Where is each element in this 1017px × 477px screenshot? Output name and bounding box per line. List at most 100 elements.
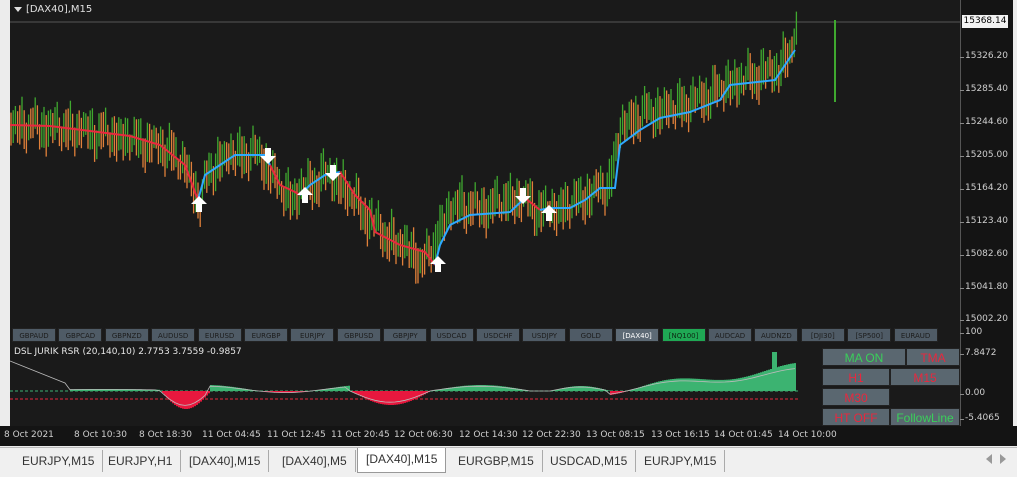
indicator-bar bbox=[706, 380, 708, 392]
symbol-button-dji30[interactable]: [DJI30] bbox=[801, 328, 845, 342]
price-axis[interactable]: 15368.14 15326.20 15285.40 15244.60 1520… bbox=[960, 0, 1013, 326]
h1-button[interactable]: H1 bbox=[822, 368, 890, 386]
indicator-bar bbox=[716, 380, 718, 391]
symbol-button-euraud[interactable]: EURAUD bbox=[894, 328, 938, 342]
indicator-bar bbox=[710, 380, 712, 391]
indicator-bar bbox=[694, 379, 696, 391]
chart-tab[interactable]: EURJPY,H1 bbox=[100, 450, 181, 472]
indicator-bar bbox=[780, 366, 782, 391]
chart-tab[interactable]: EURJPY,M15 bbox=[14, 450, 103, 472]
indicator-bar bbox=[738, 378, 740, 391]
symbol-button-eurjpy[interactable]: EURJPY bbox=[290, 328, 334, 342]
chart-tab[interactable]: [DAX40],M15 bbox=[181, 450, 269, 472]
buy-signal-arrow-icon bbox=[430, 256, 446, 272]
price-tick: 15041.80 bbox=[965, 282, 1008, 292]
indicator-bar bbox=[714, 380, 716, 391]
time-tick: 14 Oct 01:45 bbox=[714, 430, 773, 440]
chart-menu-arrow-icon[interactable] bbox=[14, 7, 22, 12]
chart-tab[interactable]: [DAX40],M5 bbox=[274, 450, 356, 472]
symbol-button-gbpcad[interactable]: GBPCAD bbox=[58, 328, 102, 342]
symbol-button-gbpusd[interactable]: GBPUSD bbox=[337, 328, 381, 342]
indicator-bar bbox=[762, 372, 764, 391]
indicator-bar bbox=[190, 391, 192, 408]
m15-button[interactable]: M15 bbox=[890, 368, 960, 386]
indicator-bar bbox=[784, 365, 786, 391]
tab-scroll-left-icon[interactable] bbox=[986, 454, 992, 464]
indicator-bar bbox=[186, 391, 188, 409]
indicator-tick: -5.4065 bbox=[965, 413, 1000, 423]
time-tick: 13 Oct 08:15 bbox=[586, 430, 645, 440]
chart-tab[interactable]: USDCAD,M15 bbox=[542, 450, 636, 472]
indicator-bar bbox=[196, 391, 198, 405]
price-tick: 15002.20 bbox=[965, 314, 1008, 324]
symbol-button-dax40[interactable]: [DAX40] bbox=[615, 328, 659, 342]
indicator-bar bbox=[794, 363, 796, 391]
price-chart[interactable]: [DAX40],M15 bbox=[10, 0, 960, 326]
symbol-button-gbpaud[interactable]: GBPAUD bbox=[12, 328, 56, 342]
chart-tab[interactable]: EURGBP,M15 bbox=[450, 450, 543, 472]
indicator-bar bbox=[202, 391, 204, 400]
chart-title[interactable]: [DAX40],M15 bbox=[14, 4, 92, 15]
indicator-bar bbox=[184, 391, 186, 409]
symbol-button-eurusd[interactable]: EURUSD bbox=[198, 328, 242, 342]
indicator-bar bbox=[412, 391, 414, 400]
symbol-button-gbpnzd[interactable]: GBPNZD bbox=[105, 328, 149, 342]
indicator-bar bbox=[760, 372, 762, 391]
indicator-bar bbox=[416, 391, 418, 398]
chart-window: [DAX40],M15 15368.14 15326.20 15285.40 1… bbox=[0, 0, 1017, 452]
tma-button[interactable]: TMA bbox=[906, 348, 960, 366]
symbol-switcher-bar: GBPAUDGBPCADGBPNZDAUDUSDEURUSDEURGBPEURJ… bbox=[10, 326, 960, 344]
symbol-button-nq100[interactable]: [NQ100] bbox=[662, 328, 706, 342]
indicator-bar bbox=[670, 379, 672, 391]
indicator-bar bbox=[732, 379, 734, 391]
indicator-bar bbox=[402, 391, 404, 404]
chart-tab[interactable]: EURJPY,M15 bbox=[636, 450, 725, 472]
indicator-bar bbox=[726, 380, 728, 391]
symbol-button-audnzd[interactable]: AUDNZD bbox=[754, 328, 798, 342]
indicator-bar bbox=[722, 380, 724, 391]
indicator-bar bbox=[406, 391, 408, 402]
indicator-title: DSL JURIK RSR (20,140,10) 2.7753 3.7559 … bbox=[14, 347, 242, 357]
indicator-bar bbox=[198, 391, 200, 403]
indicator-bar bbox=[396, 391, 398, 405]
indicator-bar bbox=[688, 378, 690, 391]
follow-line-button[interactable]: FollowLine bbox=[890, 408, 960, 426]
indicator-bar bbox=[788, 364, 790, 391]
symbol-button-sp500[interactable]: [SP500] bbox=[847, 328, 891, 342]
current-price-label: 15368.14 bbox=[962, 15, 1008, 28]
symbol-button-gold[interactable]: GOLD bbox=[569, 328, 613, 342]
tab-scroll-right-icon[interactable] bbox=[1000, 454, 1006, 464]
indicator-bar bbox=[770, 369, 772, 391]
time-tick: 11 Oct 12:45 bbox=[267, 430, 326, 440]
time-tick: 8 Oct 2021 bbox=[4, 430, 54, 440]
symbol-button-gbpjpy[interactable]: GBPJPY bbox=[383, 328, 427, 342]
m30-button[interactable]: M30 bbox=[822, 388, 890, 406]
symbol-button-usdjpy[interactable]: USDJPY bbox=[522, 328, 566, 342]
price-tick: 15205.00 bbox=[965, 150, 1008, 160]
symbol-button-usdcad[interactable]: USDCAD bbox=[430, 328, 474, 342]
price-tick: 15123.40 bbox=[965, 216, 1008, 226]
chart-tab-active[interactable]: [DAX40],M15 bbox=[357, 448, 446, 473]
time-tick: 11 Oct 20:45 bbox=[331, 430, 390, 440]
time-axis[interactable]: 8 Oct 2021 8 Oct 10:30 8 Oct 18:30 11 Oc… bbox=[0, 426, 1017, 446]
ma-on-button[interactable]: MA ON bbox=[822, 348, 906, 366]
indicator-bar bbox=[182, 391, 184, 409]
price-tick: 15244.60 bbox=[965, 117, 1008, 127]
indicator-bar bbox=[700, 379, 702, 391]
symbol-button-usdchf[interactable]: USDCHF bbox=[476, 328, 520, 342]
time-tick: 11 Oct 04:45 bbox=[202, 430, 261, 440]
indicator-bar bbox=[690, 379, 692, 392]
symbol-button-audcad[interactable]: AUDCAD bbox=[708, 328, 752, 342]
indicator-bar bbox=[418, 391, 420, 397]
indicator-bar bbox=[680, 378, 682, 391]
indicator-bar bbox=[208, 391, 210, 393]
indicator-axis[interactable]: 100 7.8472 0.00 -5.4065 bbox=[960, 326, 1013, 426]
symbol-button-audusd[interactable]: AUDUSD bbox=[151, 328, 195, 342]
indicator-bar bbox=[712, 380, 714, 391]
indicator-bar bbox=[778, 367, 780, 391]
symbol-button-eurgbp[interactable]: EURGBP bbox=[244, 328, 288, 342]
indicator-bar bbox=[708, 380, 710, 391]
ht-off-button[interactable]: HT OFF bbox=[822, 408, 890, 426]
indicator-pane[interactable]: DSL JURIK RSR (20,140,10) 2.7753 3.7559 … bbox=[10, 344, 960, 426]
time-tick: 12 Oct 22:30 bbox=[522, 430, 581, 440]
